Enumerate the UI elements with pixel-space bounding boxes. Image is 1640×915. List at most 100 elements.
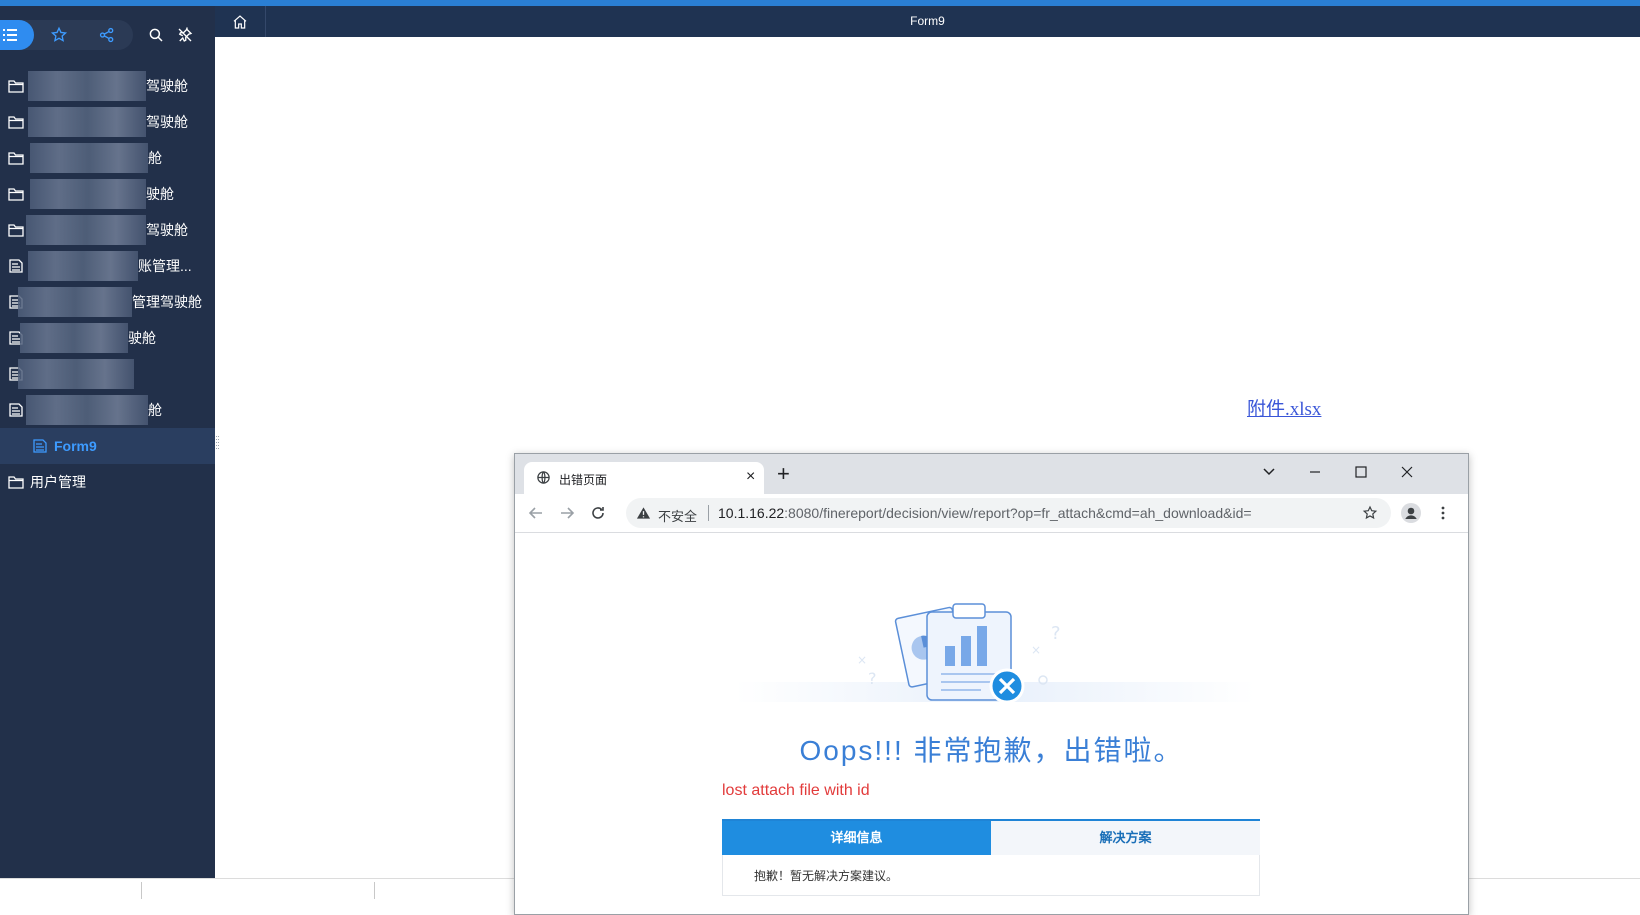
report-icon <box>33 439 47 453</box>
star-icon[interactable] <box>1362 505 1378 521</box>
browser-tab-title: 出错页面 <box>559 473 608 487</box>
directory-mode-button[interactable] <box>0 20 34 50</box>
minimize-button[interactable] <box>1305 462 1325 482</box>
tree-item-label: 驾驶舱 <box>146 222 188 238</box>
tab-search-button[interactable] <box>1259 462 1279 482</box>
redacted-text <box>28 251 138 281</box>
svg-text:?: ? <box>1051 623 1061 644</box>
svg-text:×: × <box>1031 643 1041 657</box>
svg-text:×: × <box>857 653 867 667</box>
tree-item-label: 舱 <box>148 150 162 166</box>
pin-button[interactable] <box>170 20 200 50</box>
url-host: 10.1.16.22 <box>718 505 785 521</box>
tree-item[interactable]: 账管理... <box>0 248 215 284</box>
arrow-left-icon <box>528 507 542 519</box>
redacted-text <box>28 107 146 137</box>
bottom-separator <box>141 882 142 899</box>
star-icon <box>50 26 68 42</box>
browser-toolbar: 不安全 10.1.16.22:8080/finereport/decision/… <box>515 494 1468 533</box>
tree-item-label: 账管理... <box>138 258 192 274</box>
details-text: 抱歉！暂无解决方案建议。 <box>754 869 899 883</box>
tree-item-label: 舱 <box>148 402 162 418</box>
tree-item-label: 驶舱 <box>128 330 156 346</box>
forward-button[interactable] <box>557 503 577 523</box>
attachment-link[interactable]: 附件.xlsx <box>1247 394 1321 421</box>
close-window-button[interactable] <box>1397 462 1417 482</box>
home-icon <box>233 14 247 29</box>
omnibox-separator <box>708 505 709 521</box>
chevron-down-icon <box>1263 468 1275 476</box>
error-heading: Oops!!! 非常抱歉，出错啦。 <box>799 735 1184 766</box>
redacted-text <box>18 359 134 389</box>
tree-item-label: 驾驶舱 <box>146 114 188 130</box>
page-title: Form9 <box>910 14 945 28</box>
redacted-text <box>20 323 128 353</box>
back-button[interactable] <box>526 503 546 523</box>
address-bar[interactable]: 不安全 10.1.16.22:8080/finereport/decision/… <box>626 498 1391 528</box>
tree-item[interactable]: 驾驶舱 <box>0 68 215 104</box>
tree-item[interactable]: 驶舱 <box>0 320 215 356</box>
folder-icon <box>8 80 24 93</box>
details-panel: 抱歉！暂无解决方案建议。 <box>722 855 1260 896</box>
avatar-icon <box>1401 503 1421 523</box>
reload-icon <box>592 507 604 519</box>
maximize-icon <box>1355 466 1367 478</box>
report-icon <box>9 403 23 417</box>
redacted-text <box>26 215 146 245</box>
reload-button[interactable] <box>588 503 608 523</box>
folder-icon <box>8 152 24 165</box>
tree-item[interactable]: 管理驾驶舱 <box>0 284 215 320</box>
arrow-right-icon <box>561 507 575 519</box>
error-tabs: 详细信息 解决方案 <box>722 819 1260 855</box>
tab-details[interactable]: 详细信息 <box>722 821 991 855</box>
resize-handle[interactable] <box>216 436 220 450</box>
tree-item-label: Form9 <box>54 438 97 454</box>
tree-item-user-management[interactable]: 用户管理 <box>0 464 215 500</box>
redacted-text <box>30 179 146 209</box>
report-icon <box>9 259 23 273</box>
search-button[interactable] <box>141 20 171 50</box>
error-message: lost attach file with id <box>722 782 870 799</box>
share-button[interactable] <box>92 20 122 50</box>
security-label: 不安全 <box>658 509 698 524</box>
tab-bar: Form9 <box>215 6 1640 37</box>
search-icon <box>149 28 163 42</box>
globe-icon <box>537 471 550 484</box>
folder-icon <box>8 188 24 201</box>
tree-item-label: 管理驾驶舱 <box>132 294 202 310</box>
tree-item-label: 驾驶舱 <box>146 78 188 94</box>
tree-item-label: 驶舱 <box>146 186 174 202</box>
tree-item[interactable] <box>0 356 215 392</box>
tab-solution[interactable]: 解决方案 <box>991 821 1260 855</box>
browser-window: 出错页面 × + 不安全 10.1.16.22:8080/finereport/… <box>514 453 1469 915</box>
tree-item-form9[interactable]: Form9 <box>0 428 215 464</box>
tree-item[interactable]: 驾驶舱 <box>0 104 215 140</box>
redacted-text <box>26 395 148 425</box>
share-icon <box>99 27 114 43</box>
profile-button[interactable] <box>1401 503 1421 523</box>
minimize-icon <box>1310 471 1320 473</box>
svg-text:?: ? <box>868 669 877 688</box>
tree-item-label: 用户管理 <box>30 474 86 490</box>
error-illustration: ? ? × × <box>735 603 1255 704</box>
folder-icon <box>8 116 24 129</box>
menu-button[interactable] <box>1433 503 1453 523</box>
redacted-text <box>18 287 132 317</box>
favorites-button[interactable] <box>44 20 74 50</box>
sidebar: 驾驶舱 驾驶舱 舱 驶舱 驾驶舱 账管理... 管理驾驶舱 驶舱 舱 Form9… <box>0 6 215 878</box>
new-tab-button[interactable]: + <box>777 463 790 485</box>
redacted-text <box>30 143 148 173</box>
browser-tab-strip: 出错页面 × + <box>515 454 1468 494</box>
tree-item[interactable]: 驶舱 <box>0 176 215 212</box>
bottom-separator <box>374 882 375 899</box>
tree-item[interactable]: 舱 <box>0 392 215 428</box>
tree-item[interactable]: 舱 <box>0 140 215 176</box>
close-tab-button[interactable]: × <box>746 468 755 486</box>
home-tab[interactable] <box>215 6 266 37</box>
bottom-strip <box>0 878 215 900</box>
redacted-text <box>28 71 146 101</box>
tree-item[interactable]: 驾驶舱 <box>0 212 215 248</box>
close-icon <box>1401 466 1413 478</box>
maximize-button[interactable] <box>1351 462 1371 482</box>
browser-tab[interactable]: 出错页面 × <box>524 462 764 494</box>
